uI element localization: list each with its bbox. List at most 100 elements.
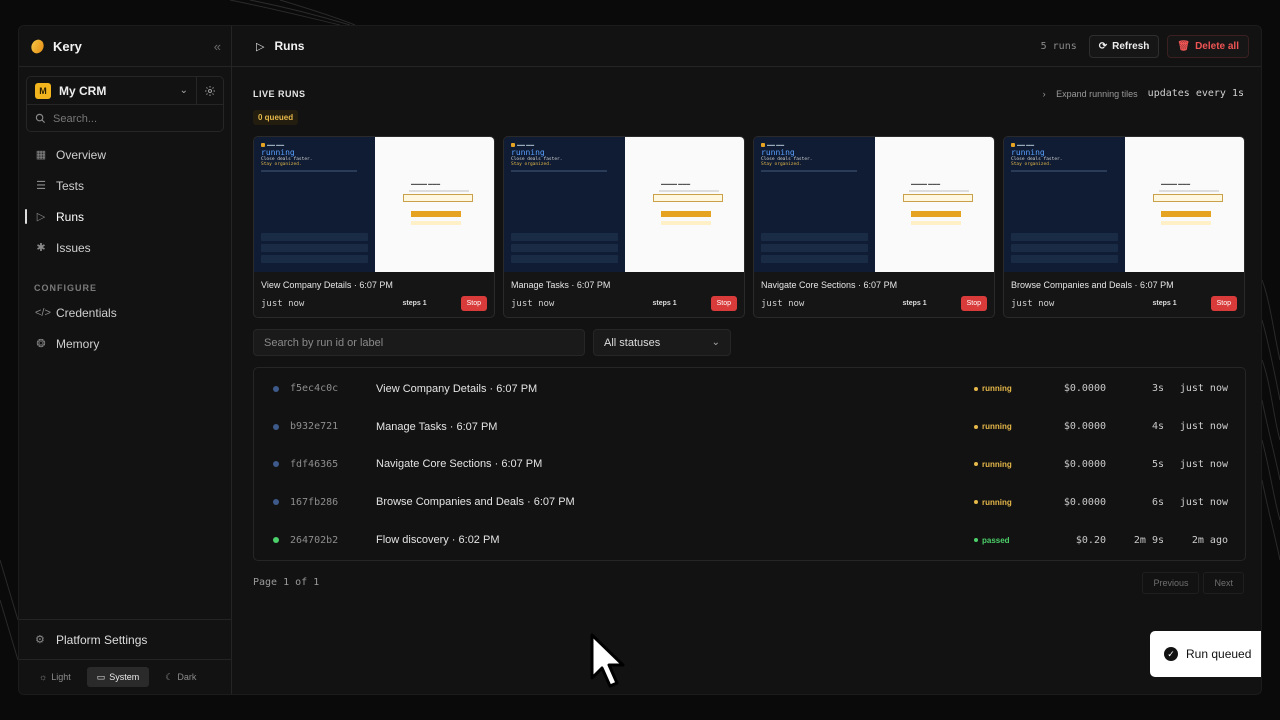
preview-heading-bar: ▬▬▬▬ ▬▬▬ (1161, 181, 1191, 186)
stop-button[interactable]: Stop (960, 296, 987, 311)
sidebar-item-tests[interactable]: ☰ Tests (19, 170, 231, 201)
tile-meta: just now steps 1 Stop (1004, 290, 1244, 311)
row-status-dot (273, 385, 279, 392)
preview-header: ▬▬ ▬▬ (1011, 142, 1118, 147)
status-dot (974, 424, 978, 429)
stop-button[interactable]: Stop (1210, 296, 1237, 311)
refresh-icon: ⟳ (1098, 40, 1108, 52)
preview-brand: ▬▬ ▬▬ (767, 142, 785, 147)
run-preview-screenshot: ▬▬ ▬▬ running Close deals faster. Stay o… (754, 137, 994, 272)
row-status-dot (273, 499, 279, 506)
preview-line: Stay organized. (1011, 162, 1052, 167)
workspace-switcher[interactable]: M My CRM ⌄ (27, 77, 197, 104)
status-text: running (982, 459, 1012, 469)
main-content: ▷ Runs 5 runs ⟳ Refresh 🗑︎ Delete all LI… (232, 26, 1261, 694)
sidebar-item-credentials[interactable]: </> Credentials (19, 297, 231, 328)
toast-notification: ✓ Run queued (1150, 631, 1261, 677)
run-search-input[interactable] (264, 336, 564, 349)
run-count: 5 runs (1040, 40, 1077, 52)
sidebar-search-input[interactable] (53, 112, 203, 125)
chevron-down-icon: ⌄ (179, 85, 188, 96)
sidebar-search[interactable] (27, 105, 223, 132)
run-id: 167fb286 (290, 496, 339, 508)
preview-status: running (1011, 148, 1045, 157)
sidebar-item-memory[interactable]: ❂ Memory (19, 328, 231, 359)
preview-field (409, 190, 469, 192)
delete-all-label: Delete all (1195, 40, 1239, 52)
theme-system-label: System (109, 672, 140, 682)
play-icon: ▷ (256, 40, 265, 53)
platform-settings-link[interactable]: ⚙ Platform Settings (19, 619, 231, 659)
status-dot (974, 500, 978, 505)
collapse-sidebar-icon[interactable]: « (214, 39, 221, 54)
live-run-tile[interactable]: ▬▬ ▬▬ running Close deals faster. Stay o… (253, 136, 495, 318)
run-time-ago: just now (1179, 458, 1228, 470)
preview-brand: ▬▬ ▬▬ (1017, 142, 1035, 147)
preview-button (411, 211, 461, 217)
preview-button (661, 221, 711, 225)
table-row[interactable]: 264702b2 Flow discovery · 6:02 PM passed… (254, 521, 1245, 559)
row-status-dot (273, 461, 279, 468)
tile-meta: just now steps 1 Stop (504, 290, 744, 311)
preview-field (403, 194, 473, 202)
tile-steps: steps 1 (402, 300, 427, 307)
expand-running-tiles-toggle[interactable]: › Expand running tiles (1043, 89, 1138, 99)
tile-label: Browse Companies and Deals · 6:07 PM (1011, 280, 1174, 290)
tile-steps: steps 1 (652, 300, 677, 307)
gear-icon: ⚙ (35, 634, 45, 646)
live-run-tile[interactable]: ▬▬ ▬▬ running Close deals faster. Stay o… (503, 136, 745, 318)
stop-button[interactable]: Stop (460, 296, 487, 311)
theme-dark-button[interactable]: ☾ Dark (155, 667, 206, 687)
table-row[interactable]: fdf46365 Navigate Core Sections · 6:07 P… (254, 446, 1245, 484)
next-page-button[interactable]: Next (1203, 572, 1244, 594)
preview-row (1011, 233, 1118, 241)
preview-status: running (511, 148, 545, 157)
theme-switcher: ☼ Light ▭ System ☾ Dark (19, 659, 231, 694)
preview-light-pane: ▬▬▬▬ ▬▬▬ (1125, 137, 1244, 272)
run-id: 264702b2 (290, 534, 339, 546)
preview-row (1011, 255, 1118, 263)
preview-logo-icon (1011, 142, 1015, 147)
workspace-settings-button[interactable] (197, 85, 223, 97)
preview-field (653, 194, 723, 202)
refresh-label: Refresh (1112, 40, 1150, 52)
tile-steps: steps 1 (1152, 300, 1177, 307)
preview-light-pane: ▬▬▬▬ ▬▬▬ (375, 137, 494, 272)
sidebar-item-overview[interactable]: ▦ Overview (19, 139, 231, 170)
sidebar-item-label: Memory (56, 336, 100, 351)
app-window: Kery « M My CRM ⌄ ▦ Overvi (18, 25, 1262, 695)
preview-dark-pane: ▬▬ ▬▬ running Close deals faster. Stay o… (504, 137, 625, 272)
table-row[interactable]: b932e721 Manage Tasks · 6:07 PM running … (254, 408, 1245, 446)
tile-label: Manage Tasks · 6:07 PM (511, 280, 611, 290)
preview-line: Stay organized. (511, 162, 552, 167)
chevron-right-icon: › (1042, 88, 1046, 99)
sidebar-item-issues[interactable]: ✱ Issues (19, 232, 231, 263)
kery-logo-icon (29, 37, 46, 55)
live-run-tile[interactable]: ▬▬ ▬▬ running Close deals faster. Stay o… (753, 136, 995, 318)
sun-icon: ☼ (39, 672, 48, 682)
status-filter-select[interactable]: All statuses ⌄ (593, 329, 731, 356)
previous-page-button[interactable]: Previous (1142, 572, 1200, 594)
status-badge: passed (974, 536, 1046, 545)
delete-all-button[interactable]: 🗑︎ Delete all (1167, 34, 1249, 58)
status-text: running (982, 497, 1012, 507)
table-row[interactable]: 167fb286 Browse Companies and Deals · 6:… (254, 483, 1245, 521)
app-name: Kery (53, 38, 82, 54)
preview-rows (1011, 230, 1118, 266)
run-search-field[interactable] (253, 329, 585, 356)
status-dot (974, 386, 978, 391)
run-time-ago: just now (1179, 496, 1228, 508)
sidebar-item-runs[interactable]: ▷ Runs (19, 201, 231, 232)
stop-button[interactable]: Stop (710, 296, 737, 311)
theme-system-button[interactable]: ▭ System (86, 667, 150, 687)
refresh-button[interactable]: ⟳ Refresh (1088, 34, 1160, 58)
run-preview-screenshot: ▬▬ ▬▬ running Close deals faster. Stay o… (504, 137, 744, 272)
pagination-controls: Previous Next (1142, 572, 1244, 594)
live-run-tile[interactable]: ▬▬ ▬▬ running Close deals faster. Stay o… (1003, 136, 1245, 318)
run-time-ago: just now (1179, 383, 1228, 395)
status-badge: running (974, 422, 1046, 431)
chevron-down-icon: ⌄ (711, 337, 720, 348)
theme-light-button[interactable]: ☼ Light (29, 667, 81, 687)
run-cost: $0.0000 (1063, 421, 1106, 433)
table-row[interactable]: f5ec4c0c View Company Details · 6:07 PM … (254, 370, 1245, 408)
